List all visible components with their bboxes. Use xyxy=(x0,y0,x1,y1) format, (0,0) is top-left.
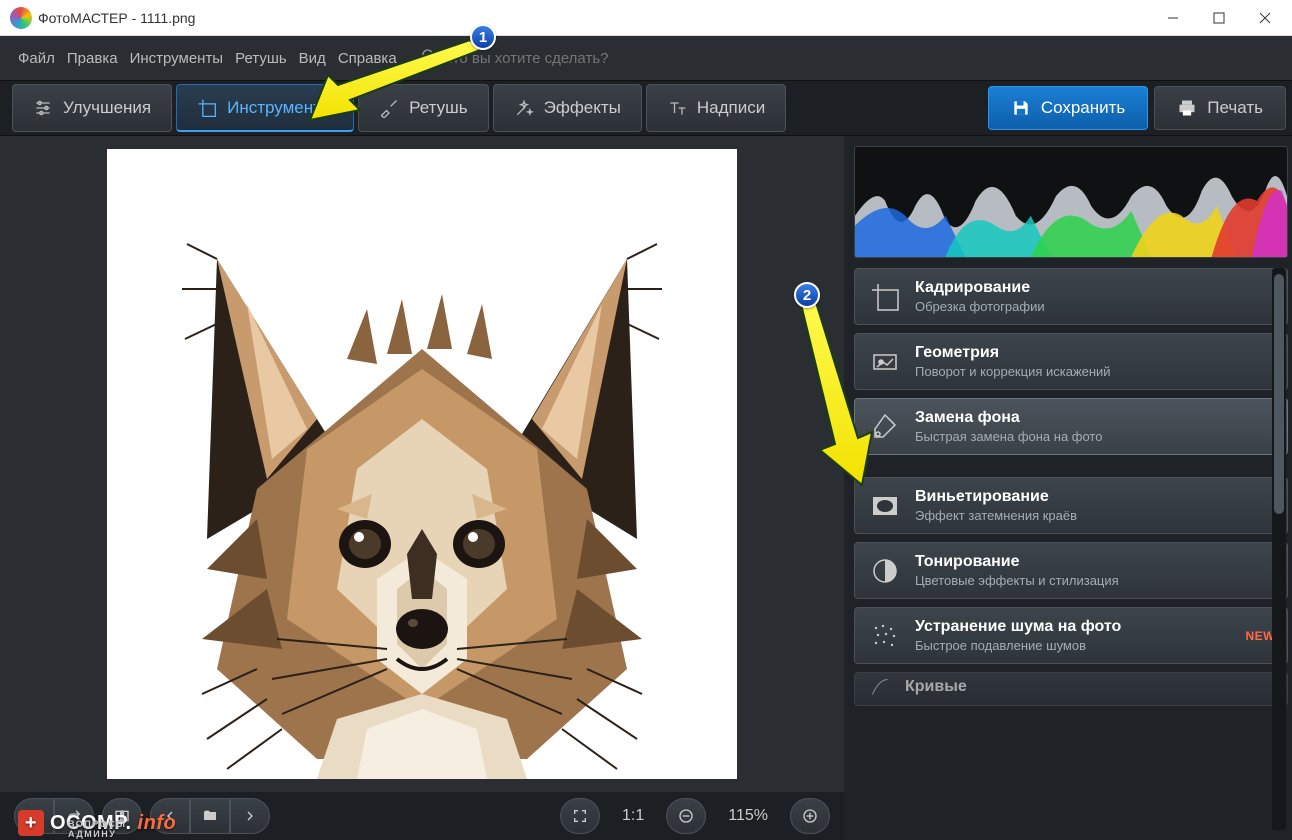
tab-tools-label: Инструменты xyxy=(227,98,333,118)
nav-open[interactable] xyxy=(190,798,230,834)
print-label: Печать xyxy=(1207,98,1263,118)
compare-button[interactable] xyxy=(102,798,142,834)
tool-vignette-desc: Эффект затемнения краёв xyxy=(915,508,1077,523)
tool-vignette[interactable]: Виньетирование Эффект затемнения краёв xyxy=(854,477,1288,534)
search-icon xyxy=(421,48,437,69)
tool-replace-bg-title: Замена фона xyxy=(915,409,1102,427)
title-bar: ФотоМАСТЕР - 1111.png xyxy=(0,0,1292,36)
canvas-area: 1:1 115% xyxy=(0,136,844,840)
status-bar: 1:1 115% xyxy=(0,792,844,840)
minimize-button[interactable] xyxy=(1150,2,1196,34)
canvas[interactable] xyxy=(107,149,737,779)
save-label: Сохранить xyxy=(1041,98,1125,118)
menu-bar: Файл Правка Инструменты Ретушь Вид Справ… xyxy=(0,36,1292,80)
tool-toning-title: Тонирование xyxy=(915,553,1119,571)
tool-list: Кадрирование Обрезка фотографии Геометри… xyxy=(854,268,1288,830)
fit-button[interactable] xyxy=(560,798,600,834)
tool-curves-title: Кривые xyxy=(905,678,967,696)
undo-button[interactable] xyxy=(14,798,54,834)
tool-toning[interactable]: Тонирование Цветовые эффекты и стилизаци… xyxy=(854,542,1288,599)
tool-geometry-title: Геометрия xyxy=(915,344,1111,362)
tool-toning-desc: Цветовые эффекты и стилизация xyxy=(915,573,1119,588)
tool-denoise-title: Устранение шума на фото xyxy=(915,618,1121,636)
right-panel: Кадрирование Обрезка фотографии Геометри… xyxy=(844,136,1292,840)
zoom-level: 115% xyxy=(714,807,782,825)
tool-denoise-desc: Быстрое подавление шумов xyxy=(915,638,1121,653)
scrollbar-track[interactable] xyxy=(1272,268,1286,830)
close-button[interactable] xyxy=(1242,2,1288,34)
window-controls xyxy=(1150,2,1288,34)
menu-tools[interactable]: Инструменты xyxy=(130,50,224,67)
nav-prev[interactable] xyxy=(150,798,190,834)
scrollbar-thumb[interactable] xyxy=(1274,274,1284,514)
new-badge: NEW xyxy=(1246,629,1276,643)
tab-retouch-label: Ретушь xyxy=(409,98,467,118)
tab-enhance[interactable]: Улучшения xyxy=(12,84,172,132)
canvas-holder xyxy=(0,136,844,792)
undo-redo-group xyxy=(14,798,94,834)
search-wrap xyxy=(421,48,663,69)
search-input[interactable] xyxy=(443,50,663,67)
window-title: ФотоМАСТЕР - 1111.png xyxy=(38,10,195,26)
tool-crop-title: Кадрирование xyxy=(915,279,1045,297)
tool-crop-desc: Обрезка фотографии xyxy=(915,299,1045,314)
tool-replace-bg-desc: Быстрая замена фона на фото xyxy=(915,429,1102,444)
print-button[interactable]: Печать xyxy=(1154,86,1286,130)
nav-next[interactable] xyxy=(230,798,270,834)
image-content xyxy=(107,149,737,779)
maximize-button[interactable] xyxy=(1196,2,1242,34)
app-icon xyxy=(10,7,32,29)
menu-view[interactable]: Вид xyxy=(299,50,326,67)
tab-tools[interactable]: Инструменты xyxy=(176,84,354,132)
toolbar: Улучшения Инструменты Ретушь Эффекты Над… xyxy=(0,80,1292,136)
aspect-ratio-label: 1:1 xyxy=(608,807,658,825)
save-button[interactable]: Сохранить xyxy=(988,86,1148,130)
menu-file[interactable]: Файл xyxy=(18,50,55,67)
redo-button[interactable] xyxy=(54,798,94,834)
tab-text[interactable]: Надписи xyxy=(646,84,786,132)
tab-text-label: Надписи xyxy=(697,98,765,118)
main-area: 1:1 115% Кадрирование Обре xyxy=(0,136,1292,840)
tab-effects[interactable]: Эффекты xyxy=(493,84,642,132)
tool-vignette-title: Виньетирование xyxy=(915,488,1077,506)
tab-enhance-label: Улучшения xyxy=(63,98,151,118)
menu-retouch[interactable]: Ретушь xyxy=(235,50,287,67)
histogram[interactable] xyxy=(854,146,1288,258)
tool-crop[interactable]: Кадрирование Обрезка фотографии xyxy=(854,268,1288,325)
tab-effects-label: Эффекты xyxy=(544,98,621,118)
zoom-out-button[interactable] xyxy=(666,798,706,834)
tool-denoise[interactable]: Устранение шума на фото Быстрое подавлен… xyxy=(854,607,1288,664)
zoom-in-button[interactable] xyxy=(790,798,830,834)
tool-curves[interactable]: Кривые xyxy=(854,672,1288,706)
menu-help[interactable]: Справка xyxy=(338,50,397,67)
tab-retouch[interactable]: Ретушь xyxy=(358,84,488,132)
tool-replace-bg[interactable]: Замена фона Быстрая замена фона на фото xyxy=(854,398,1288,455)
tool-geometry[interactable]: Геометрия Поворот и коррекция искажений xyxy=(854,333,1288,390)
tool-geometry-desc: Поворот и коррекция искажений xyxy=(915,364,1111,379)
nav-group xyxy=(150,798,270,834)
menu-edit[interactable]: Правка xyxy=(67,50,118,67)
